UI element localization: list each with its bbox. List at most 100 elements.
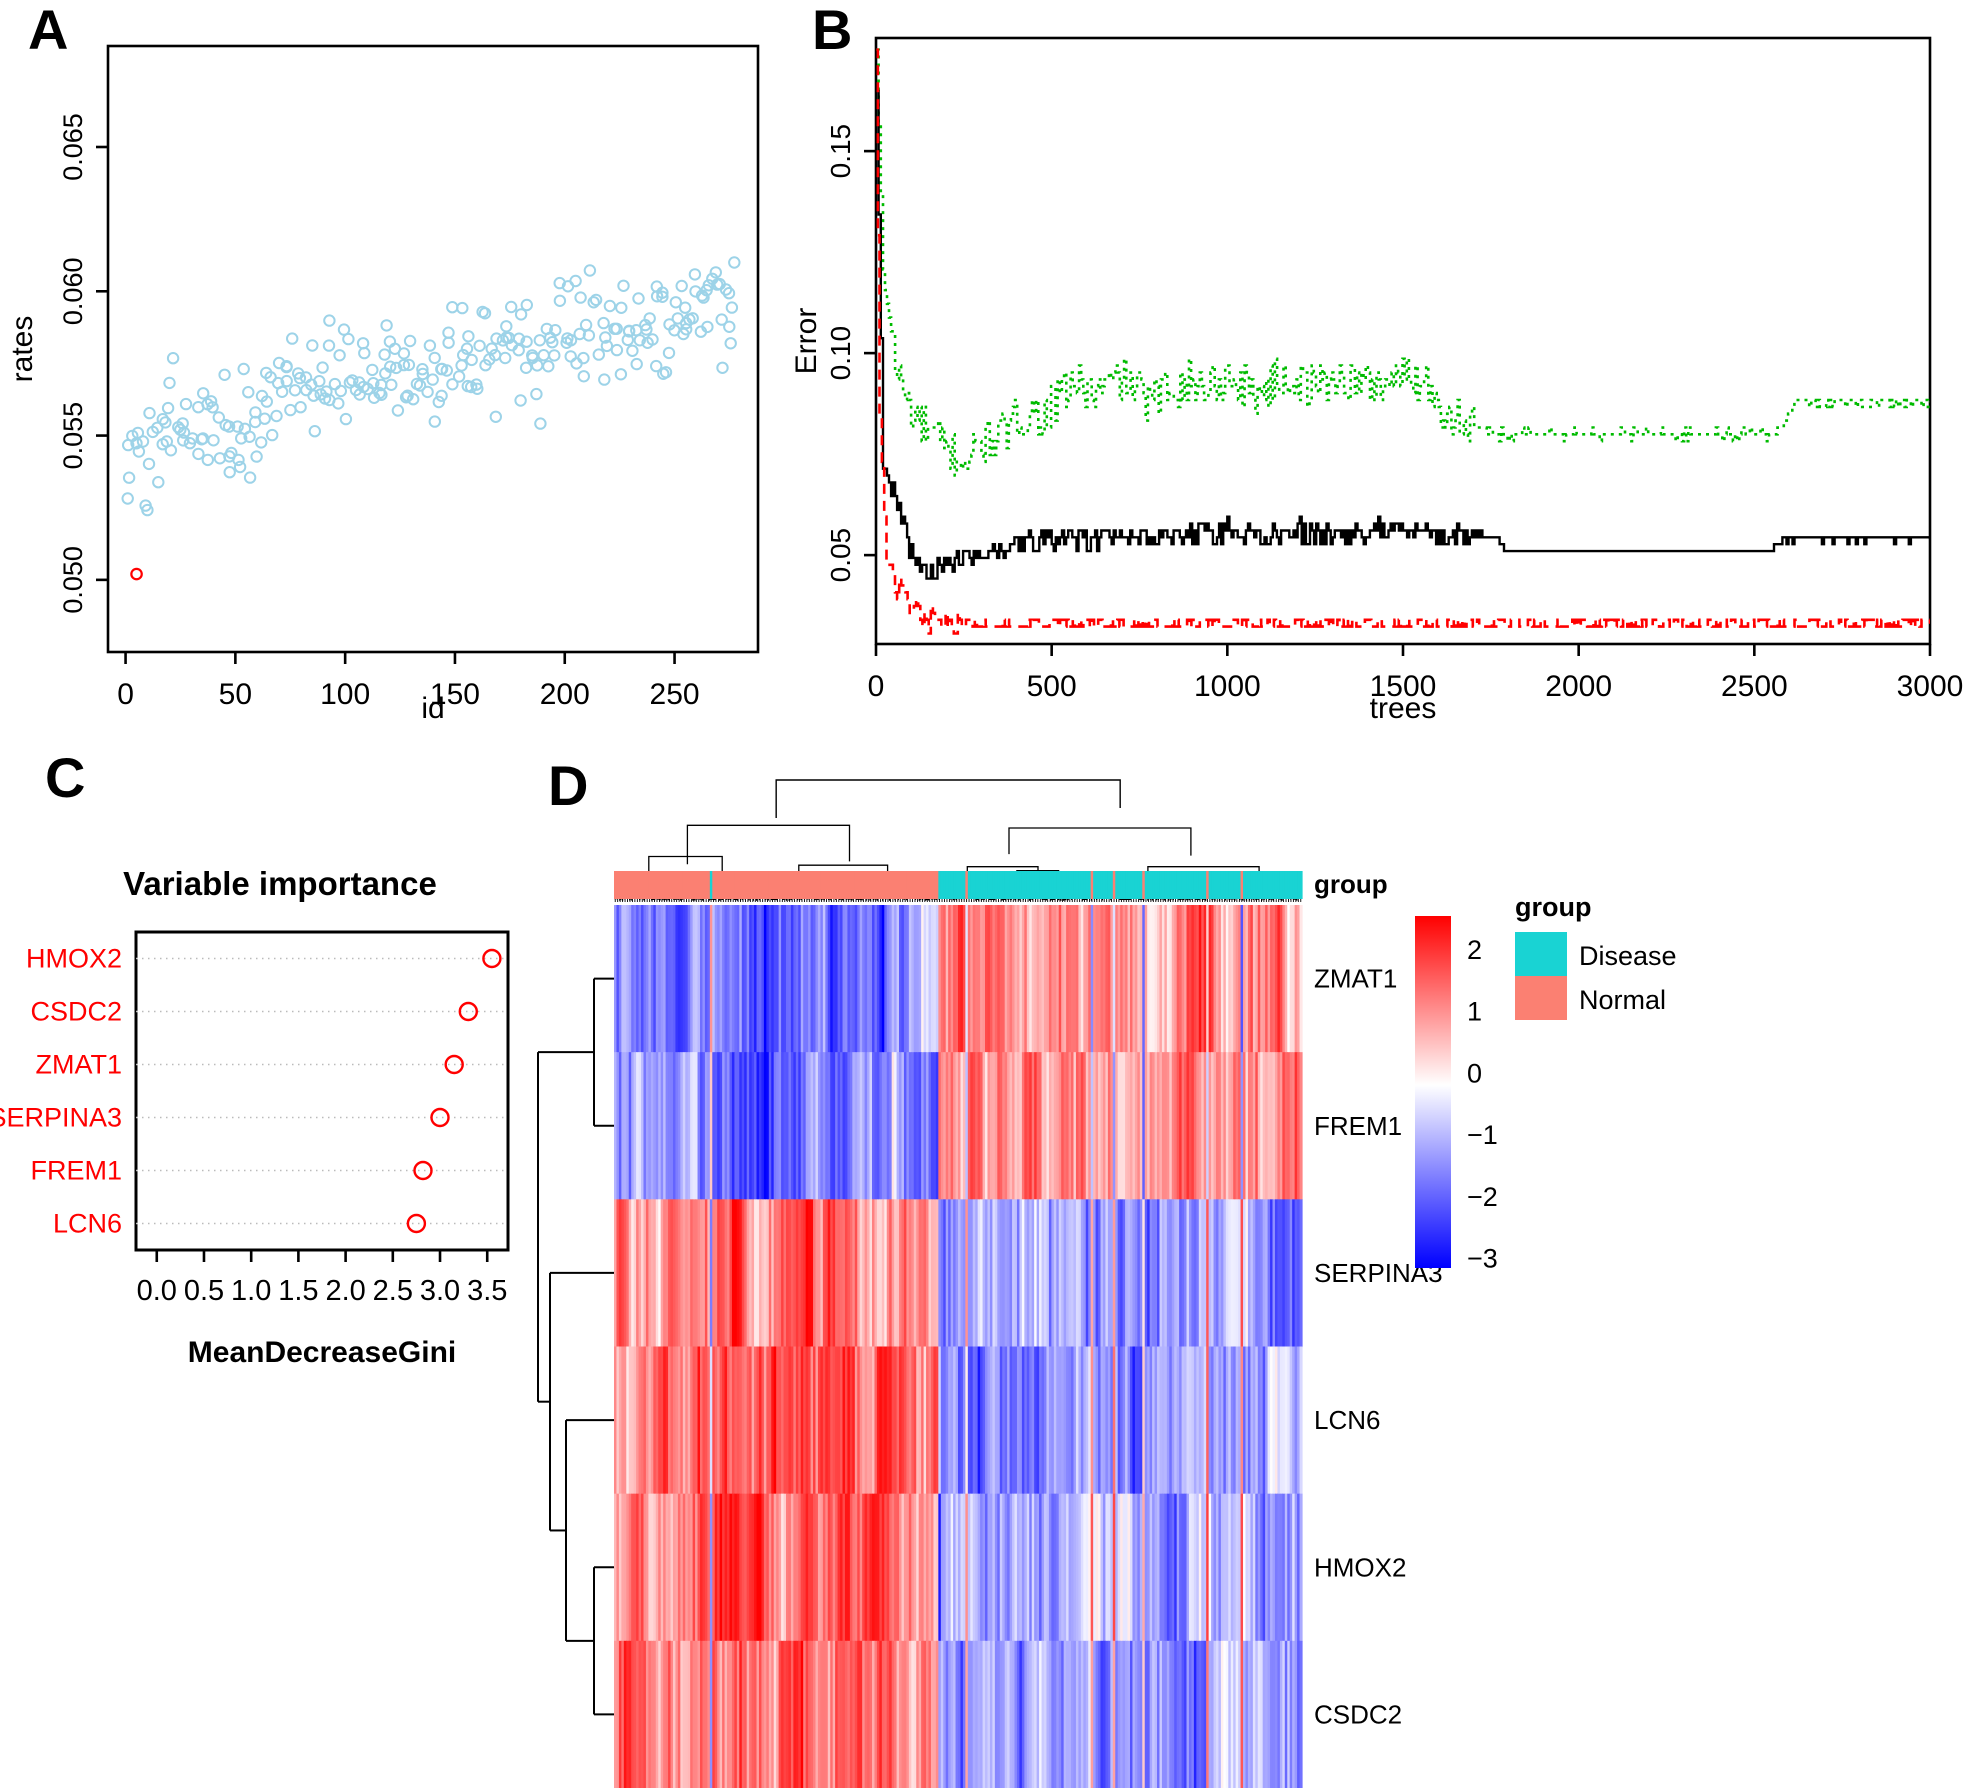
data-point (316, 361, 329, 374)
legend-item-label: Disease (1579, 941, 1677, 971)
data-point (428, 415, 441, 428)
data-point (332, 397, 345, 410)
data-point (514, 394, 527, 407)
data-point (323, 314, 336, 327)
data-point (679, 301, 692, 314)
data-point (446, 301, 459, 314)
x-tick-label: 2.0 (325, 1275, 365, 1307)
data-point (294, 401, 307, 414)
data-point (237, 362, 250, 376)
data-point (255, 436, 268, 449)
panel-b-label: B (812, 0, 853, 61)
data-point (423, 339, 437, 352)
legend-item-label: Normal (1579, 985, 1666, 1015)
data-point (603, 299, 617, 313)
colorbar-tick-label: −3 (1467, 1244, 1498, 1274)
panel-c-label: C (45, 746, 86, 809)
row-dendrogram (537, 977, 614, 1716)
category-label: FREM1 (30, 1156, 122, 1186)
heatmap-row-label: HMOX2 (1314, 1552, 1406, 1582)
y-tick-label: 0.055 (58, 402, 88, 470)
group-annotation-bar (614, 871, 1303, 899)
x-tick-label: 200 (540, 678, 590, 711)
dendrogram-branch (1008, 827, 1192, 856)
x-tick-label: 1000 (1194, 670, 1261, 703)
category-label: CSDC2 (30, 997, 122, 1027)
data-point (724, 337, 737, 350)
heatmap-cell (1299, 905, 1303, 1053)
data-point (583, 264, 597, 277)
error-curve-class1 (876, 48, 1930, 635)
data-point (626, 344, 639, 357)
data-point (339, 412, 353, 426)
data-point (243, 471, 257, 484)
data-point (179, 397, 193, 411)
data-point (421, 385, 434, 399)
data-point (380, 319, 393, 332)
importance-point (406, 1213, 427, 1234)
data-point (592, 348, 605, 361)
heatmap-cell (1299, 1199, 1303, 1348)
heatmap-cell (1299, 1346, 1303, 1495)
data-point (533, 334, 546, 347)
panel-b-frame (874, 36, 1932, 646)
category-label: SERPINA3 (0, 1103, 122, 1133)
importance-point (413, 1160, 433, 1181)
data-point (143, 406, 156, 420)
panel-d-heatmap: groupZMAT1FREM1SERPINA3LCN6HMOX2CSDC2210… (537, 779, 1677, 1788)
data-point (322, 339, 336, 352)
data-point (163, 376, 176, 390)
data-point (266, 428, 279, 442)
y-tick-label: 0.05 (825, 528, 856, 583)
legend-swatch (1515, 976, 1567, 1020)
data-point (589, 293, 603, 307)
highlighted-data-point (130, 567, 143, 581)
error-curve-class2 (876, 48, 1930, 477)
data-point (534, 417, 547, 430)
data-point (232, 453, 245, 467)
heatmap-row-label: ZMAT1 (1314, 964, 1397, 994)
data-point (122, 471, 136, 484)
colorbar-tick-label: 2 (1467, 935, 1482, 965)
data-point (366, 363, 379, 377)
error-curves (876, 48, 1930, 635)
panel-a: A 0.050 0.055 0.060 0.065 0 50 100 150 200 250 id r… (0, 0, 800, 740)
y-tick-label: 0.050 (58, 546, 88, 614)
data-point (577, 370, 590, 383)
x-tick-label: 1.0 (231, 1275, 271, 1307)
data-point (152, 476, 165, 489)
data-point (397, 347, 411, 360)
data-point (356, 337, 370, 350)
category-label: ZMAT1 (36, 1050, 123, 1080)
data-point (242, 386, 255, 399)
y-tick-label: 0.10 (825, 326, 856, 381)
data-point (610, 343, 624, 357)
data-point (579, 318, 593, 332)
heatmap-row-label: LCN6 (1314, 1405, 1380, 1435)
data-point (270, 409, 283, 423)
heatmap-row-label: CSDC2 (1314, 1699, 1402, 1729)
data-point (284, 403, 297, 417)
data-point (121, 492, 134, 505)
data-point (456, 301, 469, 315)
category-label: LCN6 (53, 1209, 122, 1239)
x-axis-label: MeanDecreaseGini (188, 1336, 456, 1369)
group-annotation-cell (1299, 871, 1303, 899)
importance-point (482, 948, 502, 969)
data-point (597, 316, 610, 330)
data-point (403, 334, 417, 348)
data-point (288, 384, 302, 397)
data-point (500, 320, 513, 333)
data-point (614, 368, 628, 381)
importance-point (458, 1001, 478, 1022)
dendrogram-branch (1001, 898, 1007, 901)
data-point (553, 294, 567, 307)
colorbar-tick-label: −2 (1467, 1182, 1498, 1212)
data-point (201, 453, 215, 467)
data-point (452, 370, 466, 383)
data-point (688, 268, 702, 281)
data-point (218, 368, 231, 381)
heatmap-cell (1299, 1493, 1303, 1642)
data-point (617, 279, 630, 292)
data-point (537, 349, 550, 362)
